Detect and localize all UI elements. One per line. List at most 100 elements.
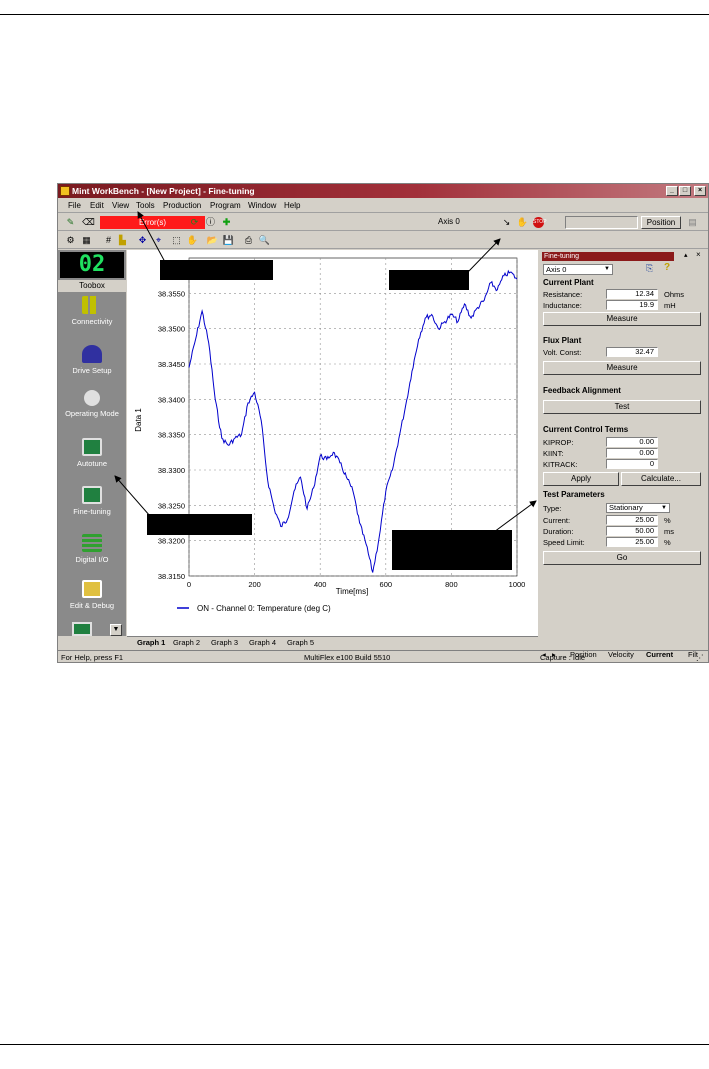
tab-graph-4[interactable]: Graph 4 bbox=[249, 638, 276, 647]
flux-plant-heading: Flux Plant bbox=[543, 336, 582, 345]
y-tick-label: 38.3350 bbox=[158, 431, 185, 440]
speed-limit-label: Speed Limit: bbox=[543, 538, 585, 547]
tool-label: Edit & Debug bbox=[69, 601, 115, 610]
window-title: Mint WorkBench - [New Project] - Fine-tu… bbox=[72, 186, 255, 196]
menu-window[interactable]: Window bbox=[248, 201, 276, 210]
tool-digital-io[interactable]: Digital I/O bbox=[58, 534, 126, 564]
select-icon[interactable]: ⬚ bbox=[170, 234, 183, 247]
info-icon[interactable]: ⓘ bbox=[204, 216, 217, 229]
tool-fine-tuning[interactable]: Fine-tuning bbox=[58, 486, 126, 516]
x-tick-label: 1000 bbox=[509, 580, 526, 589]
menu-program[interactable]: Program bbox=[210, 201, 241, 210]
x-tick-label: 400 bbox=[314, 580, 327, 589]
print-preview-icon[interactable]: 🔍 bbox=[258, 234, 271, 247]
menu-edit[interactable]: Edit bbox=[90, 201, 104, 210]
save-icon[interactable]: 💾 bbox=[222, 234, 235, 247]
stop-icon[interactable]: STOP bbox=[533, 217, 547, 228]
apply-button[interactable]: Apply bbox=[543, 472, 619, 486]
pan-icon[interactable]: ✋ bbox=[186, 234, 199, 247]
duration-field[interactable]: 50.00 bbox=[606, 526, 658, 536]
y-tick-label: 38.3500 bbox=[158, 325, 185, 334]
tool-operating-mode[interactable]: Operating Mode bbox=[58, 390, 126, 418]
y-axis-label: Data 1 bbox=[134, 408, 143, 432]
open-icon[interactable]: 📂 bbox=[206, 234, 219, 247]
chevron-down-icon: ▼ bbox=[604, 266, 610, 272]
tab-graph-2[interactable]: Graph 2 bbox=[173, 638, 200, 647]
scope-icon[interactable]: ⚙ bbox=[64, 234, 77, 247]
axis-select-value: Axis 0 bbox=[546, 265, 567, 274]
feedback-heading: Feedback Alignment bbox=[543, 386, 621, 395]
panel-pin-icon[interactable]: ▴ bbox=[684, 251, 688, 259]
axis-select[interactable]: Axis 0 ▼ bbox=[543, 264, 613, 275]
table-icon[interactable]: ▦ bbox=[80, 234, 93, 247]
axes-icon[interactable]: ▙ bbox=[116, 234, 129, 247]
toolbox-next-icon[interactable] bbox=[72, 622, 92, 636]
kiprop-field[interactable]: 0.00 bbox=[606, 437, 658, 447]
edit-debug-icon bbox=[82, 580, 102, 598]
measure-flux-button[interactable]: Measure bbox=[543, 361, 701, 375]
go-button[interactable]: Go bbox=[543, 551, 701, 565]
tool-connectivity[interactable]: Connectivity bbox=[58, 296, 126, 326]
resistance-field[interactable]: 12.34 bbox=[606, 289, 658, 299]
refresh-icon[interactable]: ⟳ bbox=[188, 216, 201, 229]
tool-drive-setup[interactable]: Drive Setup bbox=[58, 345, 126, 375]
control-terms-heading: Current Control Terms bbox=[543, 425, 629, 434]
calculate-button[interactable]: Calculate... bbox=[621, 472, 701, 486]
page-bottom-rule bbox=[0, 1044, 709, 1045]
current-field[interactable]: 25.00 bbox=[606, 515, 658, 525]
kiint-label: KIINT: bbox=[543, 449, 564, 458]
inductance-unit: mH bbox=[664, 301, 676, 310]
close-button[interactable]: × bbox=[694, 186, 706, 196]
measure-current-button[interactable]: Measure bbox=[543, 312, 701, 326]
tab-graph-1[interactable]: Graph 1 bbox=[137, 638, 165, 647]
cursor-icon[interactable]: ⌖ bbox=[152, 234, 165, 247]
speed-limit-field[interactable]: 25.00 bbox=[606, 537, 658, 547]
help-icon[interactable]: ? bbox=[664, 262, 670, 273]
tool-edit-debug[interactable]: Edit & Debug bbox=[58, 580, 126, 610]
toolbar-graph: ⚙ ▦ # ▙ ✥ ⌖ ⬚ ✋ 📂 💾 ⎙ 🔍 bbox=[58, 232, 708, 249]
toolbox-panel: 02 Toobox Connectivity Drive Setup Opera… bbox=[58, 250, 126, 636]
y-ticks: 38.3150 38.3200 38.3250 38.3300 38.3350 38.34… bbox=[158, 289, 185, 581]
digital-io-icon bbox=[82, 534, 102, 552]
crosshair-icon[interactable]: ✥ bbox=[136, 234, 149, 247]
kitrack-label: KITRACK: bbox=[543, 460, 578, 469]
toolbox-header: Toobox bbox=[58, 280, 126, 292]
kiint-field[interactable]: 0.00 bbox=[606, 448, 658, 458]
eraser-icon[interactable]: ⌫ bbox=[82, 216, 95, 229]
test-button[interactable]: Test bbox=[543, 400, 701, 414]
jog-icon[interactable]: ↘ bbox=[500, 216, 513, 229]
inductance-field[interactable]: 19.9 bbox=[606, 300, 658, 310]
grid-icon[interactable]: # bbox=[102, 234, 115, 247]
minimize-button[interactable]: _ bbox=[666, 186, 678, 196]
menu-file[interactable]: File bbox=[68, 201, 81, 210]
tool-autotune[interactable]: Autotune bbox=[58, 438, 126, 468]
copy-icon[interactable]: ⎘ bbox=[646, 263, 653, 274]
tool-label: Fine-tuning bbox=[73, 507, 111, 516]
toolbox-scroll-button[interactable]: ▼ bbox=[110, 624, 122, 636]
hand-icon[interactable]: ✋ bbox=[516, 216, 529, 229]
resistance-label: Resistance: bbox=[543, 290, 583, 299]
y-tick-label: 38.3200 bbox=[158, 537, 185, 546]
graph-pane[interactable]: 38.3150 38.3200 38.3250 38.3300 38.3350 38.34… bbox=[127, 250, 538, 636]
connect-icon[interactable]: ✎ bbox=[64, 216, 77, 229]
position-button[interactable]: Position bbox=[641, 216, 681, 229]
tab-graph-3[interactable]: Graph 3 bbox=[211, 638, 238, 647]
menu-tools[interactable]: Tools bbox=[136, 201, 155, 210]
resize-grip-icon[interactable]: ⋰ bbox=[696, 653, 704, 662]
tab-graph-5[interactable]: Graph 5 bbox=[287, 638, 314, 647]
print-icon[interactable]: ⎙ bbox=[242, 234, 255, 247]
chart[interactable]: 38.3150 38.3200 38.3250 38.3300 38.3350 38.34… bbox=[127, 250, 538, 636]
maximize-button[interactable]: □ bbox=[679, 186, 691, 196]
duration-unit: ms bbox=[664, 527, 674, 536]
add-icon[interactable]: ✚ bbox=[220, 216, 233, 229]
type-select[interactable]: Stationary ▼ bbox=[606, 503, 670, 513]
x-axis-label: Time[ms] bbox=[336, 587, 369, 596]
menu-view[interactable]: View bbox=[112, 201, 129, 210]
menu-production[interactable]: Production bbox=[163, 201, 201, 210]
volt-const-field[interactable]: 32.47 bbox=[606, 347, 658, 357]
panel-close-icon[interactable]: × bbox=[696, 250, 701, 259]
panel-empty-area bbox=[540, 570, 708, 646]
save-disabled-icon[interactable]: ▤ bbox=[686, 216, 699, 229]
menu-help[interactable]: Help bbox=[284, 201, 300, 210]
kitrack-field[interactable]: 0 bbox=[606, 459, 658, 469]
